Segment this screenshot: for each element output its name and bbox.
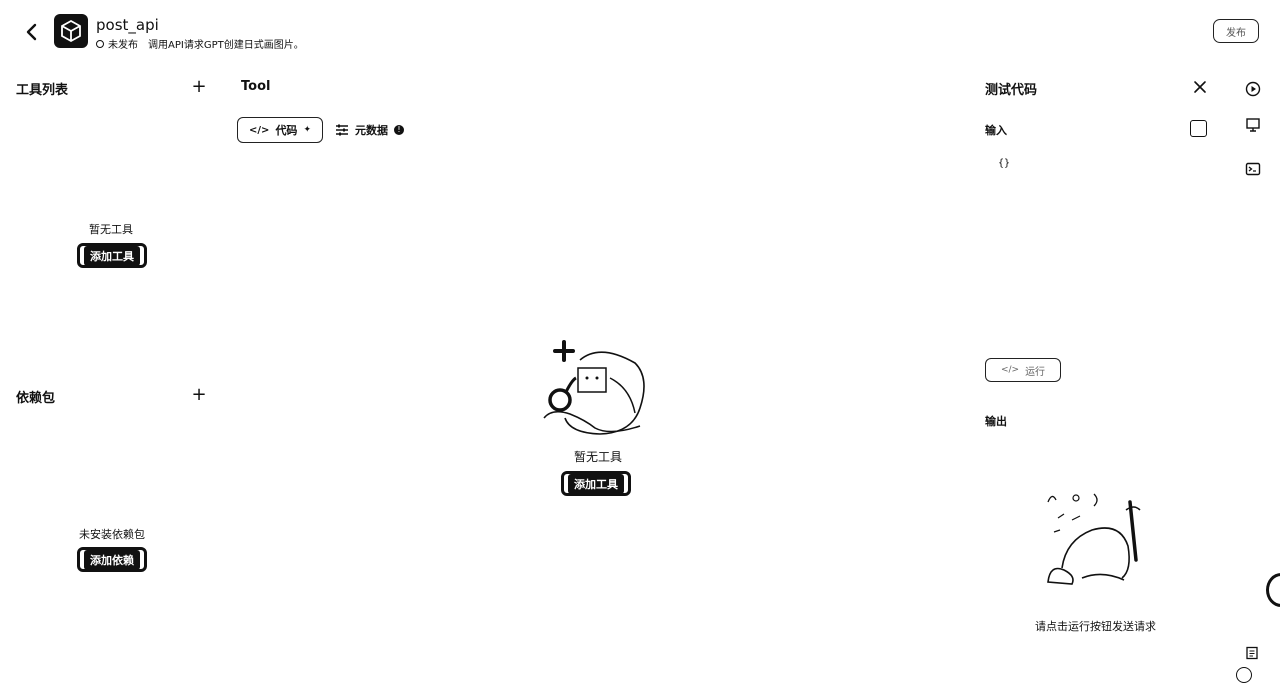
- project-title: post_api: [96, 16, 159, 34]
- add-dependency-plus-icon[interactable]: +: [190, 386, 208, 404]
- run-code-icon: </>: [1000, 365, 1020, 375]
- close-icon[interactable]: [1192, 79, 1208, 95]
- input-json-editor[interactable]: {}: [985, 152, 1210, 337]
- sliders-icon: [336, 124, 348, 136]
- status-text: 未发布: [108, 40, 138, 51]
- code-icon: </>: [249, 124, 270, 136]
- add-tool-plus-icon[interactable]: +: [190, 78, 208, 96]
- floating-assistant-button[interactable]: [1266, 573, 1280, 607]
- project-description: 调用API请求GPT创建日式画图片。: [148, 40, 304, 51]
- tools-empty-text: 暂无工具: [89, 223, 133, 236]
- tab-metadata[interactable]: 元数据 !: [335, 122, 404, 138]
- input-label: 输入: [985, 124, 1007, 137]
- main-empty-text: 暂无工具: [574, 450, 623, 464]
- status-dot-icon: [96, 39, 104, 48]
- monitor-icon[interactable]: [1245, 117, 1261, 133]
- add-tool-button-left[interactable]: 添加工具: [77, 243, 147, 268]
- sparkle-icon: ✦: [303, 125, 311, 135]
- play-circle-icon[interactable]: [1245, 81, 1261, 97]
- terminal-icon[interactable]: [1245, 161, 1261, 177]
- empty-tools-illustration: [543, 340, 645, 435]
- info-badge-icon: !: [394, 125, 404, 135]
- dependencies-title: 依赖包: [16, 391, 56, 406]
- cube-icon: [61, 19, 81, 43]
- output-empty-text: 请点击运行按钮发送请求: [1035, 620, 1156, 633]
- help-icon[interactable]: [1236, 667, 1252, 683]
- tools-list-title: 工具列表: [16, 83, 69, 98]
- tab-code[interactable]: </> 代码 ✦: [237, 117, 323, 143]
- deps-empty-text: 未安装依赖包: [79, 528, 145, 541]
- publish-button[interactable]: 发布: [1213, 19, 1259, 43]
- empty-output-illustration: [1047, 493, 1141, 585]
- back-button[interactable]: [20, 20, 44, 44]
- publish-status: 未发布: [96, 36, 138, 51]
- tool-panel-title: Tool: [241, 79, 271, 94]
- run-button[interactable]: </> 运行: [985, 358, 1061, 382]
- test-panel-title: 测试代码: [985, 83, 1038, 98]
- output-label: 输出: [985, 415, 1007, 428]
- add-tool-button-main[interactable]: 添加工具: [561, 471, 631, 496]
- chevron-left-icon: [26, 23, 37, 41]
- add-dependency-button[interactable]: 添加依赖: [77, 547, 147, 572]
- input-expand-checkbox[interactable]: [1190, 120, 1207, 137]
- project-logo: [54, 14, 88, 48]
- input-json-value: {}: [998, 158, 1011, 169]
- document-icon[interactable]: [1245, 645, 1259, 660]
